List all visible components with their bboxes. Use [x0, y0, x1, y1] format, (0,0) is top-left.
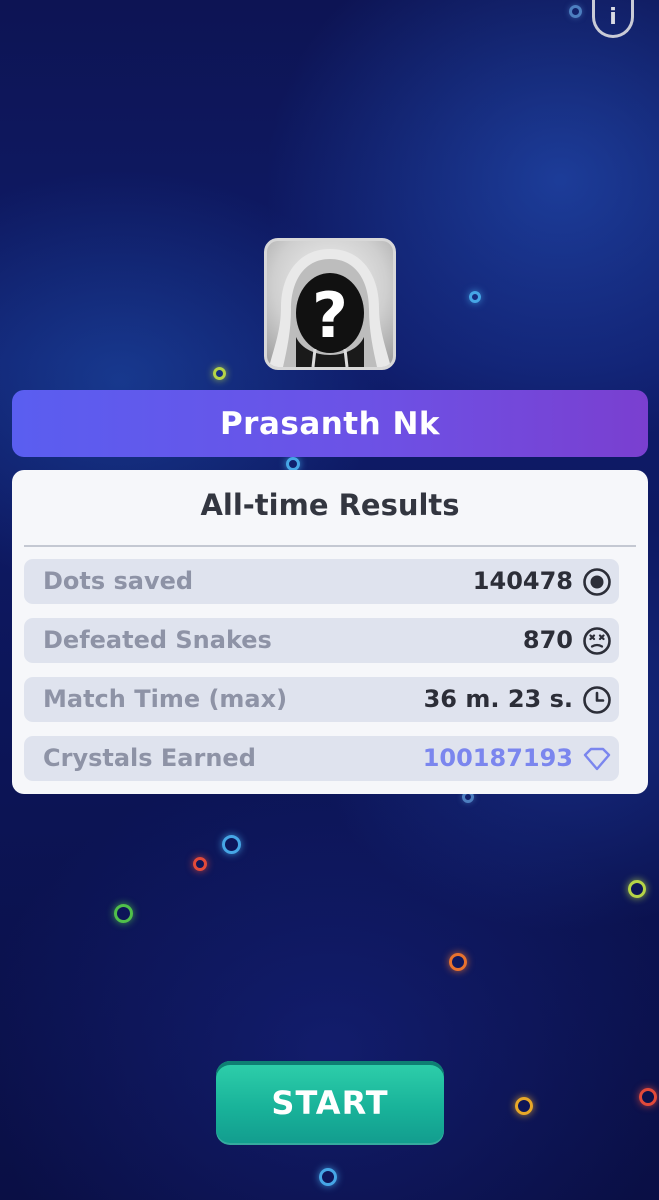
background-dot [213, 367, 226, 380]
player-name-banner: Prasanth Nk [12, 390, 648, 457]
results-divider [24, 545, 636, 547]
info-button[interactable]: i [592, 0, 634, 38]
stat-label: Crystals Earned [43, 744, 256, 772]
stat-row-crystals-earned: Crystals Earned 100187193 [24, 736, 619, 781]
stat-value: 36 m. 23 s. [423, 685, 573, 713]
player-name: Prasanth Nk [219, 405, 441, 442]
start-button-label: START [271, 1084, 389, 1122]
stat-row-defeated-snakes: Defeated Snakes 870 [24, 618, 619, 663]
stat-value: 100187193 [422, 744, 573, 772]
info-icon: i [609, 5, 617, 30]
svg-text:?: ? [312, 279, 348, 352]
stat-row-dots-saved: Dots saved 140478 [24, 559, 619, 604]
avatar[interactable]: ? [264, 238, 396, 370]
diamond-icon [583, 747, 611, 771]
dizzy-face-icon [583, 627, 611, 655]
stat-value: 140478 [472, 567, 573, 595]
stat-label: Match Time (max) [43, 685, 288, 713]
background-dot [469, 291, 481, 303]
clock-icon [583, 686, 611, 714]
background-dot [286, 457, 300, 471]
hooded-mystery-avatar-icon: ? [269, 249, 391, 367]
background-dot [193, 857, 207, 871]
background-dot [114, 904, 133, 923]
background-dot [449, 953, 467, 971]
stat-label: Defeated Snakes [43, 626, 272, 654]
stat-value: 870 [522, 626, 573, 654]
stat-row-match-time: Match Time (max) 36 m. 23 s. [24, 677, 619, 722]
background-dot [628, 880, 646, 898]
background-dot [639, 1088, 657, 1106]
dot-target-icon [583, 568, 611, 596]
start-button[interactable]: START [216, 1061, 444, 1145]
stat-label: Dots saved [43, 567, 194, 595]
background-dot [222, 835, 241, 854]
background-dot [515, 1097, 533, 1115]
background-dot [569, 5, 582, 18]
background-dot [319, 1168, 337, 1186]
results-card: All-time Results Dots saved 140478 Defea… [12, 470, 648, 794]
results-title: All-time Results [200, 488, 460, 522]
